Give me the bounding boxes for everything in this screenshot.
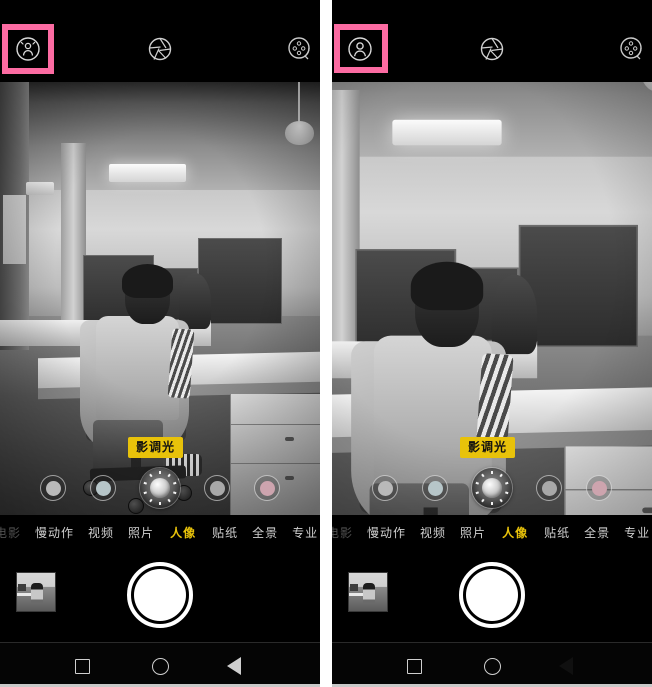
lighting-option-natural-light[interactable]	[372, 475, 398, 501]
mode-tab-慢动作[interactable]: 慢动作	[367, 524, 406, 541]
home-icon[interactable]	[150, 656, 170, 676]
lighting-option-studio-light[interactable]	[90, 475, 116, 501]
last-photo-thumbnail[interactable]	[348, 572, 388, 612]
mode-tab-全景[interactable]: 全景	[252, 524, 278, 541]
mode-tab-贴纸[interactable]: 贴纸	[544, 524, 570, 541]
portrait-beauty-icon[interactable]	[11, 32, 45, 66]
camera-top-bar-right	[332, 0, 652, 82]
lighting-swatch	[377, 480, 393, 496]
recent-apps-icon[interactable]	[404, 656, 424, 676]
lighting-option-natural-light[interactable]	[40, 475, 66, 501]
lighting-options-right[interactable]	[332, 468, 652, 508]
mode-tab-照片[interactable]: 照片	[128, 524, 154, 541]
lighting-mode-tooltip-left: 影调光	[128, 437, 184, 458]
camera-shutter-bar-right	[332, 550, 652, 642]
camera-top-bar-left	[0, 0, 320, 82]
lighting-option-stage-light[interactable]	[254, 475, 280, 501]
home-icon[interactable]	[482, 656, 502, 676]
lighting-option-stage-light[interactable]	[586, 475, 612, 501]
mode-tab-慢动作[interactable]: 慢动作	[35, 524, 74, 541]
lighting-option-contour-light[interactable]	[204, 475, 230, 501]
mode-tab-微电影[interactable]: 微电影	[332, 524, 353, 541]
camera-mode-bar-right[interactable]: 微电影 慢动作 视频 照片 人像 贴纸 全景 专业	[332, 515, 652, 550]
lighting-mode-tooltip-right: 影调光	[460, 437, 516, 458]
lighting-option-contour-light[interactable]	[536, 475, 562, 501]
comparison-screenshot: 影调光 电影 慢动作 视频 照片 人像 贴纸 全景 专业 影调光 电影 慢动作 …	[0, 0, 652, 687]
shutter-inner	[466, 569, 518, 621]
lighting-swatch	[95, 480, 111, 496]
camera-shutter-bar-left	[0, 550, 320, 642]
mode-tab-人像[interactable]: 人像	[502, 524, 528, 541]
lighting-swatch	[541, 480, 557, 496]
left-phone-screen: 影调光 电影 慢动作 视频 照片 人像 贴纸 全景 专业	[0, 0, 320, 687]
shutter-button[interactable]	[459, 562, 525, 628]
lighting-option-tonal-light[interactable]	[140, 468, 180, 508]
lighting-swatch	[427, 480, 443, 496]
aperture-icon[interactable]	[143, 32, 177, 66]
android-nav-bar-right	[332, 642, 652, 687]
lighting-option-studio-light[interactable]	[422, 475, 448, 501]
account-person-icon[interactable]	[343, 32, 377, 66]
mode-tab-照片[interactable]: 照片	[460, 524, 486, 541]
back-icon[interactable]	[224, 656, 244, 676]
android-nav-bar-left	[0, 642, 320, 687]
mode-tab-人像[interactable]: 人像	[170, 524, 196, 541]
filter-wheel-icon[interactable]	[616, 32, 650, 66]
mode-tab-视频[interactable]: 视频	[420, 524, 446, 541]
mode-tab-贴纸[interactable]: 贴纸	[212, 524, 238, 541]
shutter-inner	[134, 569, 186, 621]
lighting-option-tonal-light[interactable]	[472, 468, 512, 508]
lighting-swatch	[45, 480, 61, 496]
dial-ticks-icon	[472, 468, 512, 508]
lighting-swatch	[591, 480, 607, 496]
mode-tab-专业[interactable]: 专业	[292, 524, 318, 541]
lighting-options-left[interactable]	[0, 468, 320, 508]
camera-viewfinder-right[interactable]: 影调光	[332, 82, 652, 515]
lighting-swatch	[209, 480, 225, 496]
panel-separator	[320, 0, 332, 687]
camera-viewfinder-left[interactable]: 影调光	[0, 82, 320, 515]
mode-tab-微电影[interactable]: 微电影	[0, 524, 21, 541]
shutter-button[interactable]	[127, 562, 193, 628]
recent-apps-icon[interactable]	[72, 656, 92, 676]
filter-wheel-icon[interactable]	[284, 32, 318, 66]
last-photo-thumbnail[interactable]	[16, 572, 56, 612]
mode-tab-视频[interactable]: 视频	[88, 524, 114, 541]
lighting-swatch	[259, 480, 275, 496]
back-icon[interactable]	[556, 656, 576, 676]
mode-tab-专业[interactable]: 专业	[624, 524, 650, 541]
dial-ticks-icon	[140, 468, 180, 508]
aperture-icon[interactable]	[475, 32, 509, 66]
camera-mode-bar-left[interactable]: 微电影 慢动作 视频 照片 人像 贴纸 全景 专业	[0, 515, 320, 550]
mode-tab-全景[interactable]: 全景	[584, 524, 610, 541]
right-phone-screen: 影调光 电影 慢动作 视频 照片 人像 贴纸 全景 专业	[332, 0, 652, 687]
